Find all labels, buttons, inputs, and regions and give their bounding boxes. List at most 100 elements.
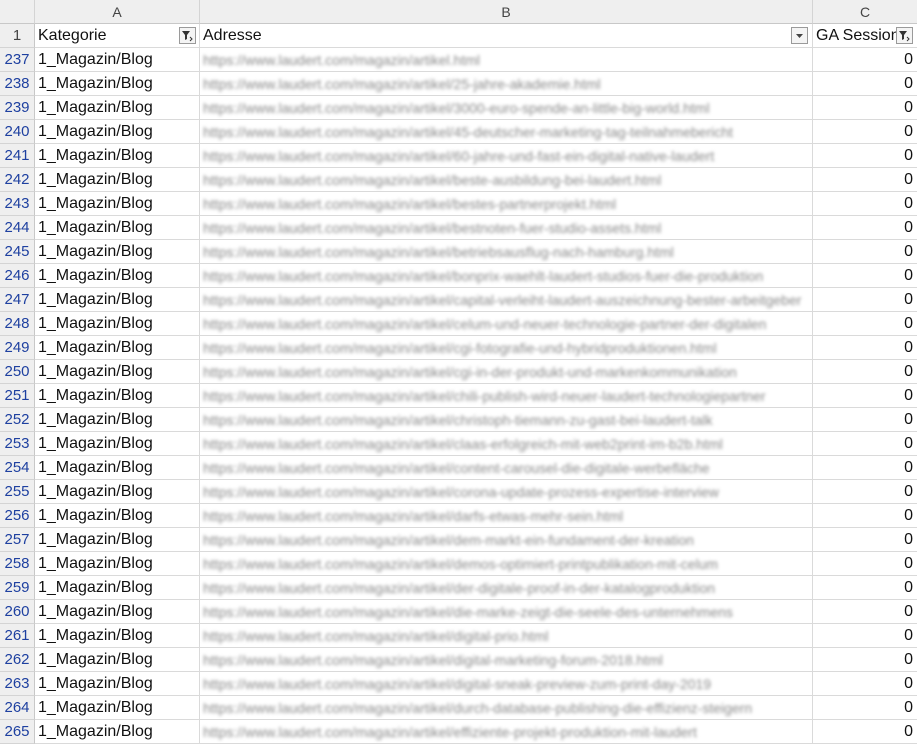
cell-ga-sessions[interactable]: 0 bbox=[813, 48, 917, 72]
cell-ga-sessions[interactable]: 0 bbox=[813, 528, 917, 552]
cell-kategorie[interactable]: 1_Magazin/Blog bbox=[35, 240, 200, 264]
cell-adresse[interactable]: https://www.laudert.com/magazin/artikel/… bbox=[200, 288, 813, 312]
row-number[interactable]: 263 bbox=[0, 672, 35, 696]
column-header-a[interactable]: A bbox=[35, 0, 200, 24]
cell-adresse[interactable]: https://www.laudert.com/magazin/artikel/… bbox=[200, 192, 813, 216]
cell-ga-sessions[interactable]: 0 bbox=[813, 288, 917, 312]
cell-kategorie[interactable]: 1_Magazin/Blog bbox=[35, 72, 200, 96]
cell-ga-sessions[interactable]: 0 bbox=[813, 408, 917, 432]
row-number[interactable]: 254 bbox=[0, 456, 35, 480]
cell-adresse[interactable]: https://www.laudert.com/magazin/artikel/… bbox=[200, 240, 813, 264]
cell-adresse[interactable]: https://www.laudert.com/magazin/artikel/… bbox=[200, 360, 813, 384]
row-number[interactable]: 256 bbox=[0, 504, 35, 528]
cell-adresse[interactable]: https://www.laudert.com/magazin/artikel/… bbox=[200, 336, 813, 360]
cell-adresse[interactable]: https://www.laudert.com/magazin/artikel/… bbox=[200, 168, 813, 192]
cell-adresse[interactable]: https://www.laudert.com/magazin/artikel/… bbox=[200, 312, 813, 336]
cell-adresse[interactable]: https://www.laudert.com/magazin/artikel/… bbox=[200, 96, 813, 120]
row-number[interactable]: 1 bbox=[0, 24, 35, 48]
cell-kategorie[interactable]: 1_Magazin/Blog bbox=[35, 456, 200, 480]
row-number[interactable]: 240 bbox=[0, 120, 35, 144]
cell-kategorie[interactable]: 1_Magazin/Blog bbox=[35, 288, 200, 312]
cell-adresse[interactable]: https://www.laudert.com/magazin/artikel/… bbox=[200, 264, 813, 288]
cell-kategorie[interactable]: 1_Magazin/Blog bbox=[35, 144, 200, 168]
cell-adresse[interactable]: https://www.laudert.com/magazin/artikel/… bbox=[200, 216, 813, 240]
cell-ga-sessions[interactable]: 0 bbox=[813, 144, 917, 168]
cell-adresse[interactable]: https://www.laudert.com/magazin/artikel/… bbox=[200, 504, 813, 528]
cell-ga-sessions[interactable]: 0 bbox=[813, 336, 917, 360]
row-number[interactable]: 241 bbox=[0, 144, 35, 168]
cell-kategorie[interactable]: 1_Magazin/Blog bbox=[35, 504, 200, 528]
cell-kategorie[interactable]: 1_Magazin/Blog bbox=[35, 120, 200, 144]
header-cell-kategorie[interactable]: Kategorie bbox=[35, 24, 200, 48]
cell-ga-sessions[interactable]: 0 bbox=[813, 168, 917, 192]
cell-kategorie[interactable]: 1_Magazin/Blog bbox=[35, 264, 200, 288]
cell-kategorie[interactable]: 1_Magazin/Blog bbox=[35, 312, 200, 336]
cell-ga-sessions[interactable]: 0 bbox=[813, 360, 917, 384]
filter-active-button-kategorie[interactable] bbox=[179, 27, 196, 44]
row-number[interactable]: 239 bbox=[0, 96, 35, 120]
row-number[interactable]: 238 bbox=[0, 72, 35, 96]
row-number[interactable]: 260 bbox=[0, 600, 35, 624]
cell-adresse[interactable]: https://www.laudert.com/magazin/artikel/… bbox=[200, 600, 813, 624]
cell-kategorie[interactable]: 1_Magazin/Blog bbox=[35, 600, 200, 624]
column-header-b[interactable]: B bbox=[200, 0, 813, 24]
cell-adresse[interactable]: https://www.laudert.com/magazin/artikel/… bbox=[200, 120, 813, 144]
cell-adresse[interactable]: https://www.laudert.com/magazin/artikel/… bbox=[200, 552, 813, 576]
cell-adresse[interactable]: https://www.laudert.com/magazin/artikel/… bbox=[200, 696, 813, 720]
cell-kategorie[interactable]: 1_Magazin/Blog bbox=[35, 96, 200, 120]
cell-kategorie[interactable]: 1_Magazin/Blog bbox=[35, 168, 200, 192]
cell-kategorie[interactable]: 1_Magazin/Blog bbox=[35, 720, 200, 744]
cell-ga-sessions[interactable]: 0 bbox=[813, 120, 917, 144]
cell-adresse[interactable]: https://www.laudert.com/magazin/artikel.… bbox=[200, 48, 813, 72]
cell-adresse[interactable]: https://www.laudert.com/magazin/artikel/… bbox=[200, 528, 813, 552]
cell-ga-sessions[interactable]: 0 bbox=[813, 624, 917, 648]
column-header-c[interactable]: C bbox=[813, 0, 917, 24]
row-number[interactable]: 265 bbox=[0, 720, 35, 744]
row-number[interactable]: 258 bbox=[0, 552, 35, 576]
row-number[interactable]: 244 bbox=[0, 216, 35, 240]
cell-adresse[interactable]: https://www.laudert.com/magazin/artikel/… bbox=[200, 480, 813, 504]
cell-ga-sessions[interactable]: 0 bbox=[813, 696, 917, 720]
cell-adresse[interactable]: https://www.laudert.com/magazin/artikel/… bbox=[200, 456, 813, 480]
row-number[interactable]: 252 bbox=[0, 408, 35, 432]
cell-ga-sessions[interactable]: 0 bbox=[813, 648, 917, 672]
cell-kategorie[interactable]: 1_Magazin/Blog bbox=[35, 552, 200, 576]
cell-kategorie[interactable]: 1_Magazin/Blog bbox=[35, 216, 200, 240]
cell-adresse[interactable]: https://www.laudert.com/magazin/artikel/… bbox=[200, 432, 813, 456]
row-number[interactable]: 237 bbox=[0, 48, 35, 72]
row-number[interactable]: 264 bbox=[0, 696, 35, 720]
row-number[interactable]: 248 bbox=[0, 312, 35, 336]
header-cell-adresse[interactable]: Adresse bbox=[200, 24, 813, 48]
cell-ga-sessions[interactable]: 0 bbox=[813, 552, 917, 576]
row-number[interactable]: 243 bbox=[0, 192, 35, 216]
cell-ga-sessions[interactable]: 0 bbox=[813, 192, 917, 216]
cell-adresse[interactable]: https://www.laudert.com/magazin/artikel/… bbox=[200, 648, 813, 672]
row-number[interactable]: 261 bbox=[0, 624, 35, 648]
cell-ga-sessions[interactable]: 0 bbox=[813, 216, 917, 240]
cell-ga-sessions[interactable]: 0 bbox=[813, 72, 917, 96]
row-number[interactable]: 242 bbox=[0, 168, 35, 192]
cell-ga-sessions[interactable]: 0 bbox=[813, 264, 917, 288]
filter-dropdown-button-adresse[interactable] bbox=[791, 27, 808, 44]
cell-kategorie[interactable]: 1_Magazin/Blog bbox=[35, 648, 200, 672]
cell-kategorie[interactable]: 1_Magazin/Blog bbox=[35, 384, 200, 408]
cell-adresse[interactable]: https://www.laudert.com/magazin/artikel/… bbox=[200, 576, 813, 600]
cell-ga-sessions[interactable]: 0 bbox=[813, 456, 917, 480]
row-number[interactable]: 249 bbox=[0, 336, 35, 360]
row-number[interactable]: 247 bbox=[0, 288, 35, 312]
cell-ga-sessions[interactable]: 0 bbox=[813, 312, 917, 336]
row-number[interactable]: 259 bbox=[0, 576, 35, 600]
cell-ga-sessions[interactable]: 0 bbox=[813, 96, 917, 120]
cell-kategorie[interactable]: 1_Magazin/Blog bbox=[35, 528, 200, 552]
cell-kategorie[interactable]: 1_Magazin/Blog bbox=[35, 360, 200, 384]
cell-kategorie[interactable]: 1_Magazin/Blog bbox=[35, 624, 200, 648]
row-number[interactable]: 255 bbox=[0, 480, 35, 504]
cell-adresse[interactable]: https://www.laudert.com/magazin/artikel/… bbox=[200, 624, 813, 648]
cell-ga-sessions[interactable]: 0 bbox=[813, 384, 917, 408]
cell-kategorie[interactable]: 1_Magazin/Blog bbox=[35, 192, 200, 216]
cell-adresse[interactable]: https://www.laudert.com/magazin/artikel/… bbox=[200, 408, 813, 432]
row-number[interactable]: 251 bbox=[0, 384, 35, 408]
cell-adresse[interactable]: https://www.laudert.com/magazin/artikel/… bbox=[200, 384, 813, 408]
cell-adresse[interactable]: https://www.laudert.com/magazin/artikel/… bbox=[200, 672, 813, 696]
row-number[interactable]: 262 bbox=[0, 648, 35, 672]
